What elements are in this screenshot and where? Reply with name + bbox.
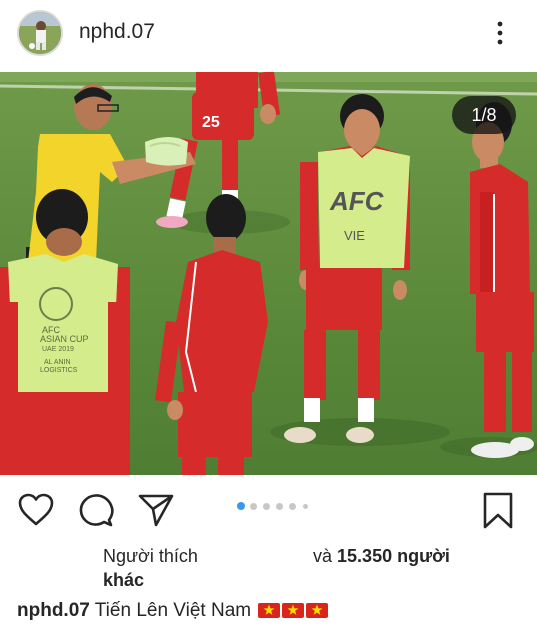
vest-afc-text: AFC bbox=[329, 186, 385, 216]
post-caption: nphd.07 Tiến Lên Việt Nam bbox=[17, 600, 329, 622]
image-counter: 1/8 bbox=[452, 96, 516, 134]
carousel-dot bbox=[289, 503, 296, 510]
caption-text: Tiến Lên Việt Nam bbox=[94, 600, 252, 621]
avatar[interactable] bbox=[17, 10, 63, 56]
more-options-button[interactable] bbox=[490, 20, 510, 46]
like-button[interactable] bbox=[16, 490, 56, 530]
carousel-dot bbox=[303, 504, 308, 509]
post-username[interactable]: nphd.07 bbox=[79, 20, 155, 44]
carousel-dot bbox=[237, 502, 245, 510]
likes-count-line: và 15.350 người bbox=[313, 546, 450, 567]
carousel-dot bbox=[276, 503, 283, 510]
likes-summary[interactable]: Người thích và 15.350 người khác bbox=[0, 544, 537, 596]
post-header: nphd.07 bbox=[0, 0, 537, 68]
post-photo[interactable]: 25 AFC ASIAN CUP UAE 2019 AL ANIN LOGIST… bbox=[0, 72, 537, 475]
comment-button[interactable] bbox=[76, 490, 116, 530]
vest-cup-line3: UAE 2019 bbox=[42, 346, 74, 353]
vietnam-flag-icon bbox=[282, 603, 305, 618]
caption-username[interactable]: nphd.07 bbox=[17, 600, 90, 621]
likes-suffix[interactable]: khác bbox=[103, 570, 144, 591]
vest-cup-line4: AL ANIN bbox=[44, 359, 71, 366]
avatar-image bbox=[19, 12, 61, 54]
save-button[interactable] bbox=[478, 490, 518, 530]
send-icon bbox=[138, 494, 174, 527]
more-vert-icon bbox=[497, 21, 503, 45]
jersey-number: 25 bbox=[202, 114, 220, 131]
carousel-dot bbox=[263, 503, 270, 510]
bookmark-icon bbox=[483, 492, 513, 529]
vest-cup-line5: LOGISTICS bbox=[40, 367, 78, 374]
heart-icon bbox=[18, 493, 54, 526]
share-button[interactable] bbox=[136, 490, 176, 530]
football-training-photo: 25 AFC ASIAN CUP UAE 2019 AL ANIN LOGIST… bbox=[0, 72, 537, 475]
likes-and: và bbox=[313, 546, 333, 566]
likes-count[interactable]: 15.350 người bbox=[337, 546, 450, 566]
vietnam-flag-icon bbox=[306, 603, 329, 618]
vest-country-text: VIE bbox=[344, 228, 365, 243]
likes-prefix: Người thích bbox=[103, 546, 198, 566]
vietnam-flag-icon bbox=[258, 603, 281, 618]
carousel-dot bbox=[250, 503, 257, 510]
vest-cup-line2: ASIAN CUP bbox=[40, 334, 89, 344]
comment-icon bbox=[79, 494, 114, 527]
